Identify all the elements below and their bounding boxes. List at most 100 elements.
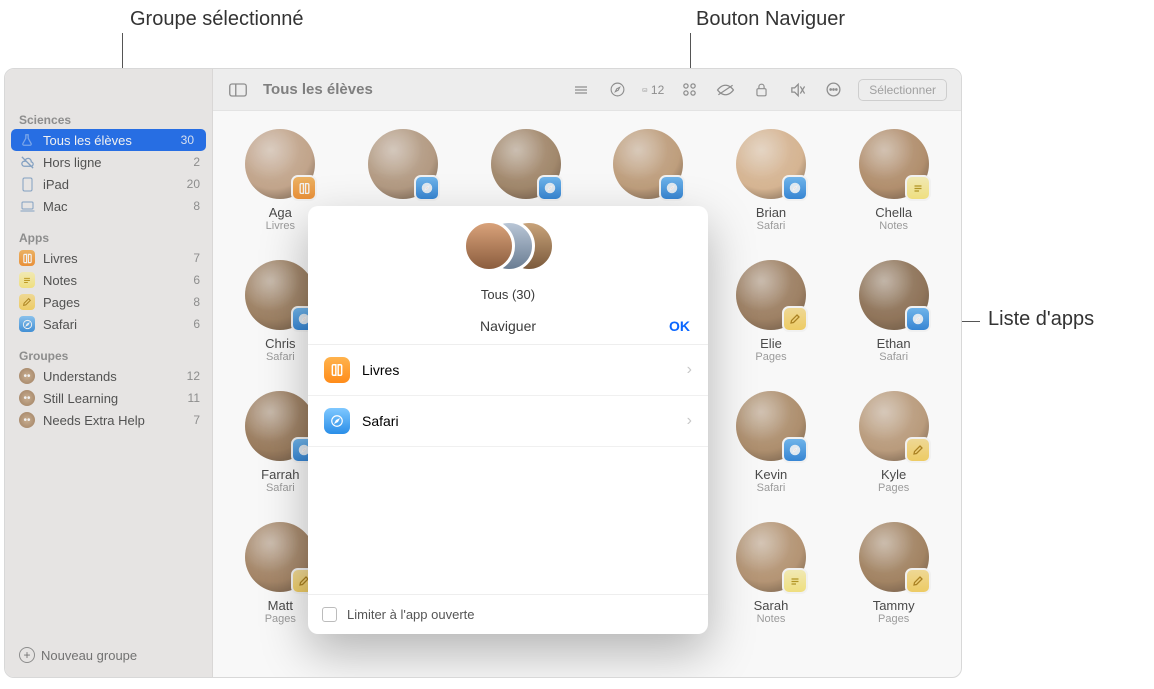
student-tile[interactable]: EliePages xyxy=(716,260,827,363)
sidebar-item-group-still-learning[interactable]: •• Still Learning 11 xyxy=(5,387,212,409)
student-name: Tammy xyxy=(873,598,915,613)
student-tile[interactable]: KylePages xyxy=(838,391,949,494)
sidebar-item-count: 30 xyxy=(181,133,194,147)
select-button[interactable]: Sélectionner xyxy=(858,79,947,101)
lock-icon[interactable] xyxy=(750,79,772,101)
student-app-label: Notes xyxy=(757,613,786,625)
callout-selected-group: Groupe sélectionné xyxy=(130,8,303,31)
student-tile[interactable]: BrianSafari xyxy=(716,129,827,232)
sidebar-apps-header: Apps xyxy=(5,225,212,247)
inbox-icon[interactable]: 12 xyxy=(642,79,664,101)
student-app-label: Safari xyxy=(879,351,908,363)
sidebar-item-count: 8 xyxy=(193,295,200,309)
student-avatar xyxy=(859,129,929,199)
sidebar-item-app-safari[interactable]: Safari 6 xyxy=(5,313,212,335)
student-avatar xyxy=(245,391,315,461)
sidebar-item-count: 2 xyxy=(193,155,200,169)
pages-app-icon xyxy=(19,294,35,310)
callout-navigate-button: Bouton Naviguer xyxy=(696,8,845,31)
sheet-ok-button[interactable]: OK xyxy=(669,318,690,334)
sidebar-item-app-pages[interactable]: Pages 8 xyxy=(5,291,212,313)
student-avatar xyxy=(859,391,929,461)
saf-badge-icon xyxy=(659,175,685,201)
student-tile[interactable]: SarahNotes xyxy=(716,522,827,625)
safari-app-icon xyxy=(19,316,35,332)
group-avatar-icon: •• xyxy=(19,412,35,428)
sheet-title: Naviguer xyxy=(480,318,536,334)
student-tile[interactable]: TammyPages xyxy=(838,522,949,625)
student-name: Farrah xyxy=(261,467,299,482)
sidebar-item-mac[interactable]: Mac 8 xyxy=(5,195,212,217)
sidebar-item-label: Pages xyxy=(43,295,80,310)
navigate-button[interactable] xyxy=(678,79,700,101)
student-avatar xyxy=(613,129,683,199)
saf-badge-icon xyxy=(782,175,808,201)
student-name: Elie xyxy=(760,336,782,351)
sidebar-item-ipad[interactable]: iPad 20 xyxy=(5,173,212,195)
hide-icon[interactable] xyxy=(714,79,736,101)
sheet-header: Tous (30) xyxy=(308,206,708,302)
student-avatar xyxy=(245,522,315,592)
student-avatar xyxy=(245,260,315,330)
sidebar-item-count: 20 xyxy=(187,177,200,191)
student-name: Aga xyxy=(269,205,292,220)
more-icon[interactable] xyxy=(822,79,844,101)
sheet-limit-row[interactable]: Limiter à l'app ouverte xyxy=(308,594,708,634)
sidebar-item-all-students[interactable]: Tous les élèves 30 xyxy=(11,129,206,151)
student-avatar xyxy=(736,391,806,461)
sidebar-groups-header: Groupes xyxy=(5,343,212,365)
sidebar-item-count: 7 xyxy=(193,413,200,427)
sheet-app-row-safari[interactable]: Safari › xyxy=(308,396,708,447)
student-tile[interactable]: KevinSafari xyxy=(716,391,827,494)
sidebar-class-header: Sciences xyxy=(5,107,212,129)
sidebar-item-count: 6 xyxy=(193,317,200,331)
student-app-label: Pages xyxy=(878,482,909,494)
student-avatar xyxy=(736,129,806,199)
compass-icon[interactable] xyxy=(606,79,628,101)
new-group-button[interactable]: + Nouveau groupe xyxy=(5,641,212,669)
saf-badge-icon xyxy=(537,175,563,201)
student-name: Chris xyxy=(265,336,295,351)
student-avatar xyxy=(859,522,929,592)
sidebar-item-count: 7 xyxy=(193,251,200,265)
liv-badge-icon xyxy=(291,175,317,201)
sidebar-item-label: Still Learning xyxy=(43,391,118,406)
sheet-app-row-livres[interactable]: Livres › xyxy=(308,345,708,396)
sidebar-item-group-needs-extra-help[interactable]: •• Needs Extra Help 7 xyxy=(5,409,212,431)
sidebar-toggle-icon[interactable] xyxy=(227,79,249,101)
books-app-icon xyxy=(19,250,35,266)
student-name: Sarah xyxy=(754,598,789,613)
sidebar-item-app-livres[interactable]: Livres 7 xyxy=(5,247,212,269)
student-avatar xyxy=(736,522,806,592)
student-tile[interactable]: ChellaNotes xyxy=(838,129,949,232)
ipad-icon xyxy=(19,176,35,192)
sidebar-item-app-notes[interactable]: Notes 6 xyxy=(5,269,212,291)
sidebar-item-offline[interactable]: Hors ligne 2 xyxy=(5,151,212,173)
student-tile[interactable]: EthanSafari xyxy=(838,260,949,363)
student-app-label: Safari xyxy=(757,220,786,232)
app-window: Sciences Tous les élèves 30 Hors ligne 2… xyxy=(4,68,962,678)
student-avatar xyxy=(368,129,438,199)
sidebar: Sciences Tous les élèves 30 Hors ligne 2… xyxy=(5,69,213,677)
sidebar-item-count: 12 xyxy=(187,369,200,383)
sidebar-item-group-understands[interactable]: •• Understands 12 xyxy=(5,365,212,387)
mute-icon[interactable] xyxy=(786,79,808,101)
student-avatar xyxy=(736,260,806,330)
pag-badge-icon xyxy=(905,568,931,594)
screens-icon[interactable] xyxy=(570,79,592,101)
sidebar-item-label: Safari xyxy=(43,317,77,332)
sidebar-item-label: Mac xyxy=(43,199,68,214)
sidebar-item-label: Hors ligne xyxy=(43,155,102,170)
callout-app-list: Liste d'apps xyxy=(988,308,1094,331)
student-name: Ethan xyxy=(877,336,911,351)
sheet-app-label: Safari xyxy=(362,413,399,429)
saf-badge-icon xyxy=(414,175,440,201)
sheet-count-label: Tous (30) xyxy=(308,287,708,302)
sidebar-item-label: Notes xyxy=(43,273,77,288)
student-app-label: Notes xyxy=(879,220,908,232)
sheet-app-label: Livres xyxy=(362,362,399,378)
group-avatar-icon: •• xyxy=(19,368,35,384)
avatar-stack-icon xyxy=(463,220,553,280)
student-app-label: Livres xyxy=(266,220,295,232)
checkbox-icon[interactable] xyxy=(322,607,337,622)
